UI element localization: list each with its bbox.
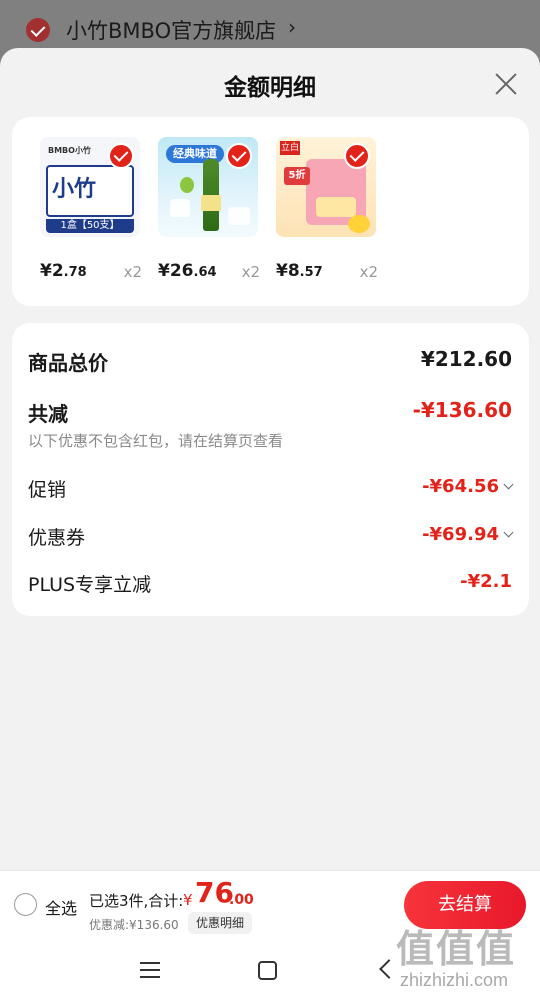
ice-graphic: [170, 199, 190, 217]
home-icon[interactable]: [258, 961, 277, 980]
product-price: ¥26.64: [158, 261, 217, 281]
product-brand-tag: 立白: [280, 141, 300, 155]
product-image-toothpick[interactable]: BMBO小竹 小竹 1盒【50支】: [40, 137, 140, 237]
discount-badge: 5折: [284, 167, 310, 185]
watermark-logo: 值值值 zhizhizhi.com: [394, 918, 540, 1000]
saved-amount: 优惠减:¥136.60: [89, 918, 179, 932]
price-line: ¥8.57 x2: [276, 261, 378, 285]
products-card: BMBO小竹 小竹 1盒【50支】 ¥2.78 x2 经典味道 ¥26.64 x…: [12, 117, 529, 306]
lemon-graphic: [348, 215, 370, 233]
hop-graphic: [180, 177, 194, 193]
price-summary-card: 商品总价 ¥212.60 共减 -¥136.60 以下优惠不包含红包，请在结算页…: [12, 323, 529, 616]
menu-icon[interactable]: [140, 962, 160, 978]
price-line: ¥26.64 x2: [158, 261, 260, 285]
product-item[interactable]: BMBO小竹 小竹 1盒【50支】 ¥2.78 x2: [40, 137, 150, 281]
discount-detail-button[interactable]: 优惠明细: [188, 912, 253, 934]
promo-value-row[interactable]: -¥64.56: [422, 476, 514, 497]
total-discount-label: 共减: [28, 402, 68, 426]
coupon-value: -¥69.94: [422, 524, 499, 545]
product-qty: x2: [241, 263, 260, 281]
product-item[interactable]: 经典味道 ¥26.64 x2: [158, 137, 268, 281]
watermark-glyphs: 值值值: [396, 927, 517, 971]
goods-total-value: ¥212.60: [420, 347, 512, 371]
ice-graphic: [228, 207, 250, 225]
check-icon[interactable]: [108, 143, 134, 169]
product-box-band: 1盒【50支】: [46, 219, 134, 233]
product-image-beer[interactable]: 经典味道: [158, 137, 258, 237]
store-name[interactable]: 小竹BMBO官方旗舰店: [66, 15, 276, 45]
amount-detail-sheet: 金额明细 BMBO小竹 小竹 1盒【50支】 ¥2.78 x2 经典味道 ¥26…: [0, 48, 540, 1000]
selected-count: 已选3件,合计:: [89, 892, 184, 910]
product-price: ¥8.57: [276, 261, 323, 281]
price-line: ¥2.78 x2: [40, 261, 142, 285]
chevron-down-icon[interactable]: [503, 479, 514, 490]
plus-value: -¥2.1: [460, 571, 512, 592]
select-all-radio[interactable]: [14, 893, 37, 916]
chevron-down-icon[interactable]: [503, 527, 514, 538]
product-brand-text: BMBO小竹: [48, 146, 91, 155]
product-qty: x2: [123, 263, 142, 281]
watermark-text: zhizhizhi.com: [400, 970, 509, 990]
check-icon[interactable]: [344, 143, 370, 169]
product-qty: x2: [359, 263, 378, 281]
product-box-word: 小竹: [52, 177, 97, 202]
product-image-detergent[interactable]: 立白 5折: [276, 137, 376, 237]
total-discount-value: -¥136.60: [412, 398, 512, 422]
store-checkbox[interactable]: [26, 18, 50, 42]
pack-inner-graphic: [316, 197, 356, 217]
sheet-title: 金额明细: [224, 75, 316, 101]
close-icon[interactable]: [488, 66, 524, 102]
plus-label: PLUS专享立减: [28, 574, 152, 596]
product-price: ¥2.78: [40, 261, 87, 281]
promo-label: 促销: [28, 479, 67, 501]
coupon-value-row[interactable]: -¥69.94: [422, 524, 514, 545]
check-icon[interactable]: [226, 143, 252, 169]
bottle-label-graphic: [201, 195, 221, 211]
product-item[interactable]: 立白 5折 ¥8.57 x2: [276, 137, 386, 281]
chevron-right-icon[interactable]: ›: [288, 15, 296, 39]
goods-total-label: 商品总价: [28, 351, 108, 375]
total-currency: ¥: [183, 891, 193, 909]
discount-note: 以下优惠不包含红包，请在结算页查看: [28, 432, 284, 450]
select-all-label[interactable]: 全选: [45, 895, 77, 919]
coupon-label: 优惠券: [28, 527, 86, 549]
promo-value: -¥64.56: [422, 476, 499, 497]
total-amount-dec: .00: [229, 892, 254, 908]
